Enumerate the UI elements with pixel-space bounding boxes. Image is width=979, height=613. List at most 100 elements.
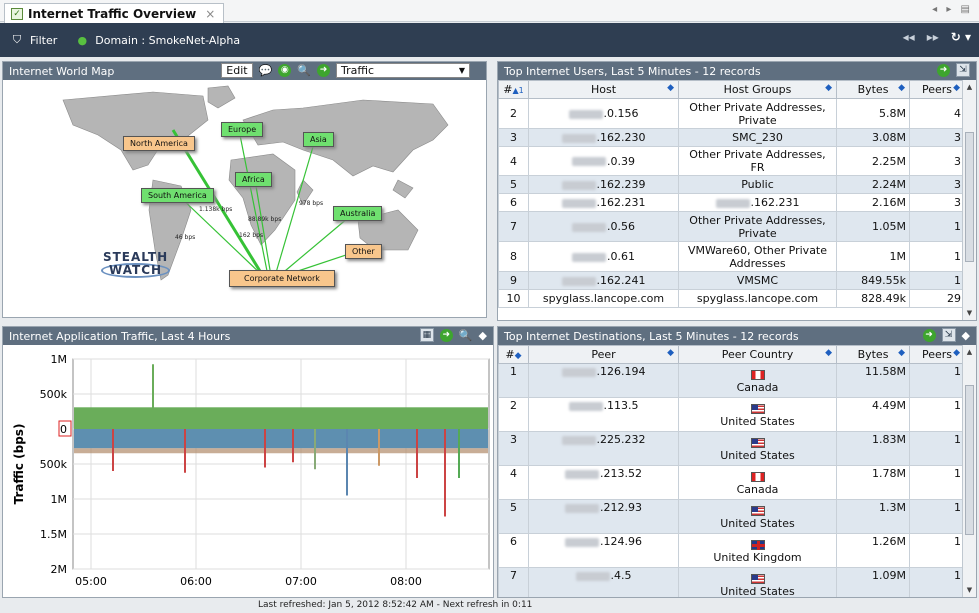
dest-scrollbar[interactable]: ▲ ▼ (962, 345, 976, 597)
col-header-host[interactable]: Host ◆ (528, 80, 679, 99)
table-row[interactable]: 1.126.194 Canada 11.58M 1 (498, 363, 964, 398)
export-icon[interactable]: ⇲ (941, 328, 956, 342)
export-icon[interactable]: ⇲ (956, 63, 970, 77)
bytes-cell: 1.83M (836, 431, 910, 466)
go-icon[interactable]: ➜ (317, 64, 330, 77)
peer-cell[interactable]: .126.194 (528, 363, 679, 398)
go-icon[interactable]: ➜ (922, 328, 936, 342)
table-row[interactable]: 3 .225.232 United States 1.83M 1 (498, 431, 964, 466)
sort-icon[interactable]: ◆ (479, 329, 487, 342)
scroll-down-icon[interactable]: ▼ (963, 306, 976, 320)
host-cell[interactable]: .162.241 (528, 271, 679, 290)
host-group-cell[interactable]: VMWare60, Other Private Addresses (678, 241, 837, 272)
table-row[interactable]: 7 .4.5 United States 1.09M 1 (498, 567, 964, 597)
window-controls[interactable]: ◂ ▸ ▤ (932, 4, 973, 15)
table-row[interactable]: 5 .162.239 Public 2.24M 3 (498, 175, 964, 194)
col-header-index[interactable]: #◆ (498, 345, 529, 364)
scroll-up-icon[interactable]: ▲ (963, 345, 976, 359)
map-metric-select[interactable]: Traffic (336, 63, 470, 78)
peer-cell[interactable]: .124.96 (528, 533, 679, 568)
back-icon[interactable]: ◂◂ (903, 30, 915, 44)
host-group-cell[interactable]: VMSMC (678, 271, 837, 290)
table-row[interactable]: 9 .162.241 VMSMC 849.55k 1 (498, 271, 964, 290)
map-region-australia[interactable]: Australia (333, 206, 383, 221)
peer-cell[interactable]: .113.5 (528, 397, 679, 432)
chart-toggle-icon[interactable]: ▦ (419, 328, 434, 342)
map-region-africa[interactable]: Africa (235, 172, 272, 187)
forward-icon[interactable]: ▸▸ (927, 30, 939, 44)
scroll-up-icon[interactable]: ▲ (963, 80, 976, 94)
map-region-europe[interactable]: Europe (221, 122, 264, 137)
host-cell[interactable]: .0.61 (528, 241, 679, 272)
country-cell[interactable]: Canada (678, 363, 837, 398)
host-group-cell[interactable]: .162.231 (678, 193, 837, 212)
filter-icon[interactable]: ⛉ (10, 33, 24, 47)
peer-cell[interactable]: .225.232 (528, 431, 679, 466)
host-cell[interactable]: .0.39 (528, 146, 679, 176)
scroll-thumb[interactable] (965, 132, 974, 262)
map-node-corporate-network[interactable]: Corporate Network (229, 270, 335, 287)
sort-icon[interactable]: ◆ (962, 329, 970, 342)
scroll-thumb[interactable] (965, 385, 974, 535)
filter-button[interactable]: Filter (30, 34, 57, 47)
map-region-south-america[interactable]: South America (141, 188, 214, 203)
table-row[interactable]: 5 .212.93 United States 1.3M 1 (498, 499, 964, 534)
scroll-down-icon[interactable]: ▼ (963, 583, 976, 597)
table-row[interactable]: 4 .213.52 Canada 1.78M 1 (498, 465, 964, 500)
host-group-cell[interactable]: SMC_230 (678, 128, 837, 147)
host-group-cell[interactable]: Other Private Addresses, FR (678, 146, 837, 176)
host-cell[interactable]: .162.239 (528, 175, 679, 194)
globe-icon[interactable]: ◉ (278, 64, 292, 77)
peer-cell[interactable]: .4.5 (528, 567, 679, 597)
col-header-peers[interactable]: Peers ◆ (909, 345, 964, 364)
host-cell[interactable]: spyglass.lancope.com (528, 289, 679, 308)
country-cell[interactable]: United States (678, 567, 837, 597)
col-header-bytes[interactable]: Bytes ◆ (836, 80, 910, 99)
col-header-peer[interactable]: Peer ◆ (528, 345, 679, 364)
col-header-peer-country[interactable]: Peer Country ◆ (678, 345, 837, 364)
host-group-cell[interactable]: Public (678, 175, 837, 194)
edit-button[interactable]: Edit (221, 63, 253, 78)
go-icon[interactable]: ➜ (937, 63, 950, 77)
host-group-cell[interactable]: spyglass.lancope.com (678, 289, 837, 308)
domain-label[interactable]: Domain : SmokeNet-Alpha (95, 34, 240, 47)
close-icon[interactable]: × (205, 7, 215, 21)
table-row[interactable]: 4 .0.39 Other Private Addresses, FR 2.25M 3 (498, 146, 964, 176)
tab-internet-traffic-overview[interactable]: ✓ Internet Traffic Overview × (4, 3, 225, 23)
country-cell[interactable]: United Kingdom (678, 533, 837, 568)
host-cell[interactable]: .0.56 (528, 211, 679, 242)
country-cell[interactable]: United States (678, 499, 837, 534)
host-cell[interactable]: .162.230 (528, 128, 679, 147)
peer-cell[interactable]: .213.52 (528, 465, 679, 500)
table-row[interactable]: 10 spyglass.lancope.com spyglass.lancope.c… (498, 289, 964, 308)
peers-cell: 1 (909, 211, 964, 242)
table-row[interactable]: 2 .113.5 United States 4.49M 1 (498, 397, 964, 432)
col-header-peers[interactable]: Peers ◆ (909, 80, 964, 99)
country-cell[interactable]: Canada (678, 465, 837, 500)
col-header-host-groups[interactable]: Host Groups ◆ (678, 80, 837, 99)
country-cell[interactable]: United States (678, 397, 837, 432)
country-cell[interactable]: United States (678, 431, 837, 466)
search-icon[interactable]: 🔍 (297, 64, 311, 77)
table-row[interactable]: 7 .0.56 Other Private Addresses, Private 1.… (498, 211, 964, 242)
table-row[interactable]: 2 .0.156 Other Private Addresses, Private 5… (498, 98, 964, 129)
host-group-cell[interactable]: Other Private Addresses, Private (678, 211, 837, 242)
table-row[interactable]: 6 .124.96 United Kingdom 1.26M 1 (498, 533, 964, 568)
zoom-icon[interactable]: 🔍 (459, 329, 473, 342)
host-cell[interactable]: .162.231 (528, 193, 679, 212)
table-row[interactable]: 3.162.230 SMC_230 3.08M 3 (498, 128, 964, 147)
table-row[interactable]: 6 .162.231 .162.231 2.16M 3 (498, 193, 964, 212)
col-header-index[interactable]: #▲1 (498, 80, 529, 99)
map-region-asia[interactable]: Asia (303, 132, 334, 147)
table-row[interactable]: 8 .0.61 VMWare60, Other Private Addresses 1… (498, 241, 964, 272)
col-header-bytes[interactable]: Bytes ◆ (836, 345, 910, 364)
host-cell[interactable]: .0.156 (528, 98, 679, 129)
peer-cell[interactable]: .212.93 (528, 499, 679, 534)
map-region-north-america[interactable]: North America (123, 136, 195, 151)
comment-icon[interactable]: 💬 (259, 64, 273, 77)
users-scrollbar[interactable]: ▲ ▼ (962, 80, 976, 320)
host-group-cell[interactable]: Other Private Addresses, Private (678, 98, 837, 129)
go-icon[interactable]: ➜ (439, 328, 453, 342)
refresh-icon[interactable]: ↻ ▾ (951, 30, 971, 44)
map-region-other[interactable]: Other (345, 244, 382, 259)
